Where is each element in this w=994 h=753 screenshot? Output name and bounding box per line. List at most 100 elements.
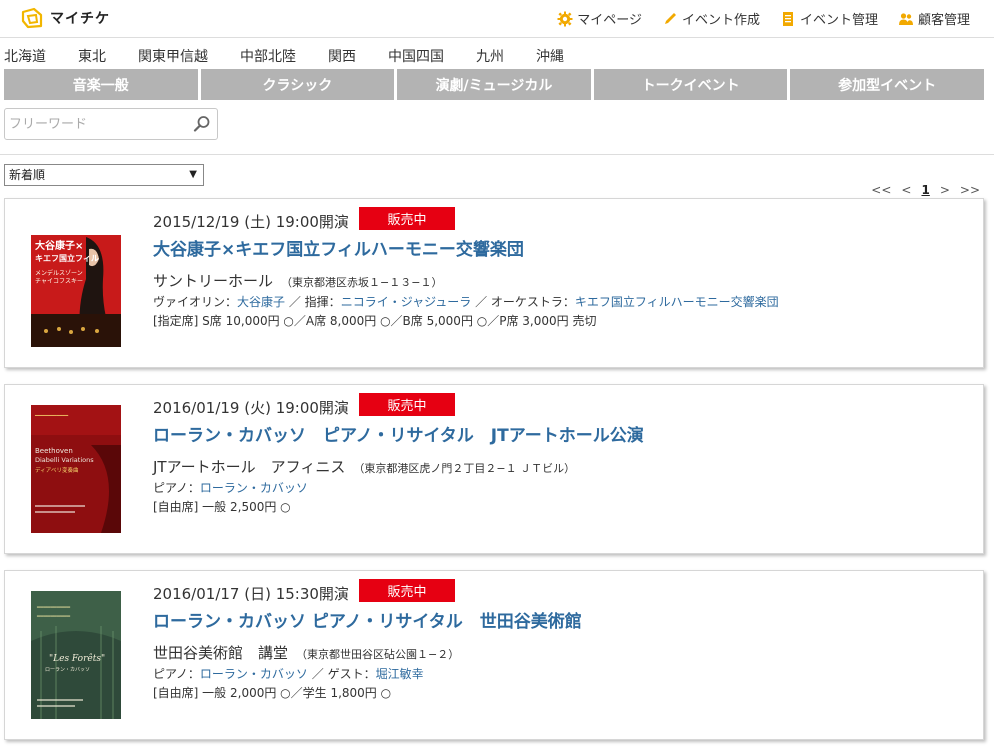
poster-line: キエフ国立フィル — [35, 253, 99, 263]
logo-text: マイチケ — [50, 11, 110, 27]
page-prev[interactable]: < — [901, 183, 911, 197]
performer-sep: ／ — [285, 295, 305, 309]
nav-manage-event[interactable]: イベント管理 — [780, 9, 878, 28]
region-hokkaido[interactable]: 北海道 — [4, 46, 78, 66]
search-input[interactable] — [5, 109, 185, 139]
tab-participatory[interactable]: 参加型イベント — [790, 69, 984, 100]
search-icon[interactable] — [193, 115, 211, 133]
poster-line: Beethoven — [35, 447, 73, 455]
pencil-icon — [664, 12, 676, 24]
poster-line: ディアベリ変奏曲 — [35, 466, 79, 474]
event-poster[interactable]: ━━━━━━━━━━ ━━━━━━━━━━ "Les Forêts" ローラン・… — [31, 591, 121, 719]
event-date: 2016/01/19 (火) 19:00開演 — [153, 399, 349, 417]
region-tohoku[interactable]: 東北 — [78, 46, 138, 66]
page-current[interactable]: 1 — [921, 183, 929, 197]
event-card: ━━━━━━━━━━━ Beethoven Diabelli Variation… — [4, 384, 984, 554]
region-kanto[interactable]: 関東甲信越 — [138, 46, 240, 66]
performers: ヴァイオリン：大谷康子 ／ 指揮：ニコライ・ジャジューラ ／ オーケストラ：キエ… — [153, 293, 779, 310]
divider — [0, 154, 994, 155]
venue-name: サントリーホール — [153, 272, 274, 290]
event-price: [自由席] 一般 2,000円 ○／学生 1,800円 ○ — [153, 686, 392, 700]
venue-address: （東京都港区赤坂１−１３−１） — [281, 276, 443, 289]
region-kansai[interactable]: 関西 — [328, 46, 388, 66]
poster-line: "Les Forêts" — [49, 653, 105, 664]
venue-name: JTアートホール アフィニス — [153, 458, 346, 476]
chevron-down-icon: ▼ — [189, 169, 197, 180]
performer-link[interactable]: ローラン・カバッソ — [200, 667, 308, 681]
event-title[interactable]: 大谷康子×キエフ国立フィルハーモニー交響楽団 — [153, 235, 524, 260]
poster-line: メンデルスゾーン — [35, 269, 83, 277]
nav-customers[interactable]: 顧客管理 — [898, 9, 970, 28]
gear-icon — [557, 11, 573, 26]
pagination: << < 1 > >> — [871, 183, 980, 197]
performer-link[interactable]: ニコライ・ジャジューラ — [341, 295, 472, 309]
event-venue: サントリーホール （東京都港区赤坂１−１３−１） — [153, 270, 442, 291]
status-badge: 販売中 — [359, 579, 455, 602]
performer-role: ピアノ： — [153, 481, 200, 495]
event-venue: JTアートホール アフィニス （東京都港区虎ノ門２丁目２−１ ＪＴビル） — [153, 456, 575, 477]
event-title[interactable]: ローラン・カバッソ ピアノ・リサイタル 世田谷美術館 — [153, 607, 582, 632]
page-next[interactable]: > — [940, 183, 950, 197]
event-price: [自由席] 一般 2,500円 ○ — [153, 500, 291, 514]
region-kyushu[interactable]: 九州 — [476, 46, 536, 66]
performer-role: ゲスト： — [327, 667, 376, 681]
nav-create-event-label: イベント作成 — [681, 13, 760, 28]
poster-line: Diabelli Variations — [35, 456, 94, 464]
svg-text:━━━━━━━━━━: ━━━━━━━━━━ — [36, 605, 71, 611]
event-title[interactable]: ローラン・カバッソ ピアノ・リサイタル JTアートホール公演 — [153, 421, 644, 446]
event-poster[interactable]: ━━━━━━━━━━━ Beethoven Diabelli Variation… — [31, 405, 121, 533]
performer-role: ピアノ： — [153, 667, 200, 681]
tab-classic[interactable]: クラシック — [200, 69, 395, 100]
tab-theater[interactable]: 演劇/ミュージカル — [397, 69, 591, 100]
venue-address: （東京都港区虎ノ門２丁目２−１ ＪＴビル） — [353, 462, 576, 475]
event-date: 2015/12/19 (土) 19:00開演 — [153, 213, 349, 231]
event-venue: 世田谷美術館 講堂 （東京都世田谷区砧公園１−２） — [153, 642, 459, 663]
region-okinawa[interactable]: 沖縄 — [536, 46, 576, 66]
event-date: 2016/01/17 (日) 15:30開演 — [153, 585, 349, 603]
event-poster[interactable]: 大谷康子× キエフ国立フィル メンデルスゾーン チャイコフスキー — [31, 219, 121, 347]
event-card: ━━━━━━━━━━ ━━━━━━━━━━ "Les Forêts" ローラン・… — [4, 570, 984, 740]
performer-link[interactable]: 大谷康子 — [237, 295, 285, 309]
nav-customers-label: 顧客管理 — [917, 13, 970, 28]
region-chugoku[interactable]: 中国四国 — [388, 46, 476, 66]
poster-image: ━━━━━━━━━━━ Beethoven Diabelli Variation… — [31, 405, 121, 533]
performer-sep: ／ — [471, 295, 491, 309]
performer-sep: ／ — [307, 667, 328, 681]
nav-mypage-label: マイページ — [577, 13, 642, 28]
svg-text:━━━━━━━━━━: ━━━━━━━━━━ — [36, 614, 71, 620]
performer-link[interactable]: キエフ国立フィルハーモニー交響楽団 — [575, 295, 779, 309]
sort-select[interactable]: 新着順 ▼ — [4, 164, 204, 186]
nav-create-event[interactable]: イベント作成 — [662, 9, 760, 28]
performer-link[interactable]: 堀江敏幸 — [376, 667, 424, 681]
event-card: 大谷康子× キエフ国立フィル メンデルスゾーン チャイコフスキー 2015/12… — [4, 198, 984, 368]
page-last[interactable]: >> — [960, 183, 980, 197]
search-box — [4, 108, 218, 140]
logo-icon — [21, 7, 43, 29]
venue-name: 世田谷美術館 講堂 — [153, 644, 289, 662]
region-chubu[interactable]: 中部北陸 — [240, 46, 328, 66]
poster-line: ローラン・カバッソ — [45, 667, 90, 673]
status-badge: 販売中 — [359, 207, 455, 230]
category-tabs: 音楽一般 クラシック 演劇/ミュージカル トークイベント 参加型イベント — [4, 69, 984, 100]
performers: ピアノ：ローラン・カバッソ ／ ゲスト：堀江敏幸 — [153, 665, 424, 682]
logo[interactable]: マイチケ — [20, 6, 110, 30]
nav-manage-event-label: イベント管理 — [799, 13, 878, 28]
performer-link[interactable]: ローラン・カバッソ — [200, 481, 308, 495]
svg-text:━━━━━━━━━━━: ━━━━━━━━━━━ — [34, 413, 69, 419]
poster-line: チャイコフスキー — [35, 278, 83, 285]
tab-music[interactable]: 音楽一般 — [4, 69, 198, 100]
users-icon — [898, 12, 913, 25]
performer-role: ヴァイオリン： — [153, 295, 238, 309]
tab-talk[interactable]: トークイベント — [593, 69, 788, 100]
poster-line: 大谷康子× — [35, 239, 83, 252]
performers: ピアノ：ローラン・カバッソ — [153, 479, 308, 496]
region-nav: 北海道 東北 関東甲信越 中部北陸 関西 中国四国 九州 沖縄 — [4, 46, 576, 66]
page-first[interactable]: << — [871, 183, 891, 197]
status-badge: 販売中 — [359, 393, 455, 416]
header-bar: マイチケ マイページ イベント作成 イベント管理 顧客管理 — [0, 0, 994, 38]
poster-image: 大谷康子× キエフ国立フィル メンデルスゾーン チャイコフスキー — [31, 219, 121, 347]
event-price: [指定席] S席 10,000円 ○／A席 8,000円 ○／B席 5,000円… — [153, 314, 597, 328]
nav-mypage[interactable]: マイページ — [557, 9, 642, 28]
sort-selected-value: 新着順 — [9, 168, 46, 182]
poster-image: ━━━━━━━━━━ ━━━━━━━━━━ "Les Forêts" ローラン・… — [31, 591, 121, 719]
